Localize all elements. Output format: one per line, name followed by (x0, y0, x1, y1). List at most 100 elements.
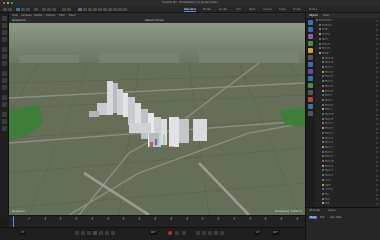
texture-mode-icon[interactable] (1, 78, 7, 83)
visibility-toggle[interactable] (376, 29, 378, 32)
visibility-toggle[interactable] (376, 146, 378, 149)
scale-tool-icon[interactable] (21, 7, 25, 12)
tab-sculpt[interactable]: Sculpt (219, 8, 227, 11)
visibility-toggle[interactable] (376, 113, 378, 116)
visibility-toggle[interactable] (376, 76, 378, 79)
object-tree-item[interactable]: Block_H (316, 89, 380, 93)
object-tree-item[interactable]: Block_X (316, 164, 380, 168)
object-tree-item[interactable]: Philadelphia (316, 19, 380, 22)
deformer-icon[interactable] (93, 7, 97, 12)
visibility-toggle[interactable] (376, 24, 378, 27)
object-cloner-icon[interactable] (308, 62, 313, 67)
render-settings-icon[interactable] (67, 7, 71, 12)
spline-icon[interactable] (83, 7, 87, 12)
tab-track[interactable]: Track (279, 8, 286, 11)
visibility-toggle[interactable] (376, 160, 378, 163)
param-key-icon[interactable] (214, 231, 218, 235)
tab-uvs[interactable]: UVs (236, 8, 241, 11)
visibility-toggle[interactable] (376, 155, 378, 158)
object-tree-item[interactable]: Block_M (316, 113, 380, 116)
object-field-icon[interactable] (308, 76, 313, 81)
visibility-toggle[interactable] (376, 90, 378, 93)
visibility-toggle[interactable] (376, 108, 378, 111)
previous-frame-icon[interactable] (87, 231, 91, 235)
visibility-toggle[interactable] (376, 61, 378, 64)
visibility-toggle[interactable] (376, 141, 378, 144)
object-tree-item[interactable]: Block_O (316, 122, 380, 126)
object-tree-item[interactable]: Sky (316, 192, 380, 196)
rotate-tool-icon[interactable] (26, 7, 30, 12)
playhead[interactable] (13, 216, 14, 227)
menu-view[interactable]: View (12, 14, 18, 17)
object-tree-item[interactable]: Block_N (316, 117, 380, 121)
keyframe-selection-icon[interactable] (182, 231, 186, 235)
field-icon[interactable] (118, 7, 122, 12)
visibility-toggle[interactable] (376, 137, 378, 140)
nurbs-icon[interactable] (88, 7, 92, 12)
move-tool-icon[interactable] (16, 7, 20, 12)
visibility-toggle[interactable] (376, 127, 378, 130)
current-frame-field[interactable]: 0 F (20, 231, 26, 235)
object-tree-item[interactable]: Buildings (316, 23, 380, 27)
visibility-toggle[interactable] (376, 66, 378, 69)
edit-button[interactable]: Edit (320, 216, 324, 219)
object-tree-item[interactable]: Block_Z (316, 174, 380, 177)
menu-display[interactable]: Display (34, 14, 43, 17)
visibility-toggle[interactable] (376, 43, 378, 46)
object-tree-item[interactable]: Block_S (316, 141, 380, 144)
object-tree-item[interactable]: Ground (316, 33, 380, 36)
tab-objects[interactable]: Objects (309, 14, 318, 17)
next-frame-icon[interactable] (99, 231, 103, 235)
object-tree-item[interactable]: Block_F (316, 80, 380, 83)
object-tree-item[interactable]: Roads (316, 28, 380, 32)
play-icon[interactable] (93, 231, 97, 235)
tab-attributes[interactable]: Attributes (309, 209, 320, 212)
object-tree-item[interactable]: Block_P (316, 127, 380, 130)
object-tree-item[interactable]: Camera (316, 188, 380, 191)
object-tree-item[interactable]: Block_B (316, 61, 380, 64)
object-tree-item[interactable]: Block_V (316, 155, 380, 158)
model-mode-icon[interactable] (1, 71, 7, 76)
visibility-toggle[interactable] (376, 170, 378, 173)
object-tree-item[interactable]: Water (316, 37, 380, 41)
object-tree-item[interactable]: Block_L (316, 108, 380, 111)
visibility-toggle[interactable] (376, 118, 378, 121)
object-tree-item[interactable]: Block_K (316, 103, 380, 107)
object-sphere-icon[interactable] (308, 27, 313, 32)
visibility-toggle[interactable] (376, 132, 378, 135)
visibility-toggle[interactable] (376, 71, 378, 74)
snap-icon[interactable] (1, 95, 7, 100)
menu-cameras[interactable]: Cameras (21, 14, 32, 17)
object-tree-item[interactable]: Trees (316, 178, 380, 182)
effector-icon[interactable] (113, 7, 117, 12)
scale-key-icon[interactable] (208, 231, 212, 235)
knife-icon[interactable] (1, 119, 7, 124)
object-tree-item[interactable]: Block_R (316, 136, 380, 140)
object-material-icon[interactable] (308, 97, 313, 102)
object-tree-item[interactable]: Bridge (316, 51, 380, 55)
visibility-toggle[interactable] (376, 174, 378, 177)
object-effector-icon[interactable] (308, 83, 313, 88)
object-tree-item[interactable]: Park_01 (316, 42, 380, 46)
object-tree-item[interactable]: Block_G (316, 84, 380, 88)
visibility-toggle[interactable] (376, 85, 378, 88)
next-key-icon[interactable] (105, 231, 109, 235)
scale-icon[interactable] (1, 30, 7, 35)
visibility-toggle[interactable] (376, 104, 378, 107)
mode-button[interactable]: Mode (309, 216, 318, 219)
object-tree-item[interactable]: Block_A (316, 56, 380, 60)
y-axis-icon[interactable] (47, 7, 51, 12)
visibility-toggle[interactable] (376, 57, 378, 60)
object-null-icon[interactable] (308, 41, 313, 46)
object-tree-item[interactable]: Block_Y (316, 169, 380, 173)
generator-icon[interactable] (108, 7, 112, 12)
points-mode-icon[interactable] (1, 47, 7, 52)
go-to-end-icon[interactable] (111, 231, 115, 235)
light-icon[interactable] (103, 7, 107, 12)
rotate-icon[interactable] (1, 37, 7, 42)
object-tree-item[interactable]: Block_J (316, 98, 380, 102)
tab-takes[interactable]: Takes (323, 14, 329, 17)
object-tree-item[interactable]: Block_E (316, 75, 380, 79)
object-tree-item[interactable]: Block_T (316, 145, 380, 149)
visibility-toggle[interactable] (376, 188, 378, 191)
